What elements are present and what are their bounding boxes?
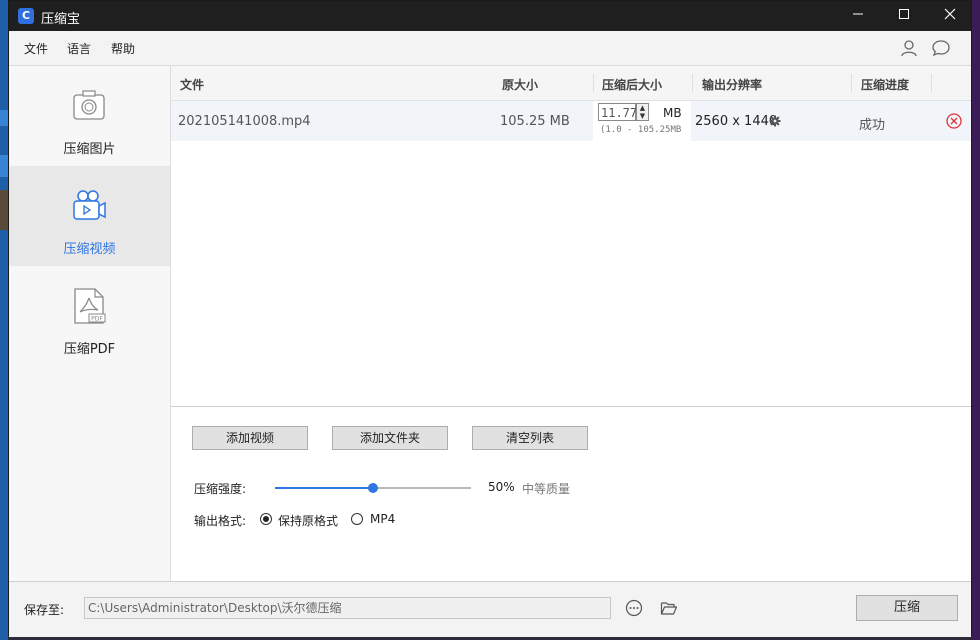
menu-file[interactable]: 文件	[24, 40, 48, 57]
desktop-background-left	[0, 0, 8, 640]
target-size-editor: 11.77 ▲ ▼ MB (1.0 - 105.25MB	[593, 101, 691, 141]
keep-format-radio[interactable]	[260, 513, 272, 525]
controls-panel: 添加视频 添加文件夹 清空列表 压缩强度: 50% 中等质量 输出格式: 保持原…	[171, 407, 971, 581]
column-header-original-size: 原大小	[502, 78, 539, 92]
compression-strength-slider[interactable]	[275, 483, 471, 493]
compression-quality-text: 中等质量	[522, 482, 571, 496]
table-header: 文件 原大小 压缩后大小 输出分辨率 压缩进度	[171, 66, 971, 101]
keep-format-label[interactable]: 保持原格式	[278, 512, 338, 529]
output-format-label: 输出格式:	[194, 514, 247, 528]
chat-icon[interactable]	[931, 38, 951, 58]
user-icon[interactable]	[899, 38, 919, 58]
svg-text:PDF: PDF	[91, 316, 103, 323]
gear-icon[interactable]	[769, 115, 781, 127]
sidebar: 压缩图片 压缩视频 PDF 压缩PDF	[9, 66, 171, 581]
progress-status: 成功	[859, 118, 886, 133]
target-size-range: (1.0 - 105.25MB	[600, 125, 682, 135]
save-to-label: 保存至:	[24, 603, 65, 617]
target-size-input[interactable]: 11.77	[598, 103, 637, 121]
open-folder-icon[interactable]	[660, 599, 678, 617]
clear-list-button[interactable]: 清空列表	[472, 426, 588, 450]
add-video-button[interactable]: 添加视频	[192, 426, 308, 450]
sidebar-item-label: 压缩PDF	[63, 342, 116, 357]
compression-strength-percent: 50%	[488, 480, 515, 494]
mp4-format-radio[interactable]	[351, 513, 363, 525]
sidebar-item-label: 压缩视频	[63, 242, 116, 257]
desktop-background-right	[972, 0, 980, 640]
stepper-down-icon[interactable]: ▼	[637, 112, 648, 120]
close-button[interactable]	[927, 1, 973, 31]
minimize-icon	[853, 13, 863, 15]
maximize-icon	[899, 9, 909, 19]
original-size: 105.25 MB	[500, 114, 570, 129]
target-size-unit: MB	[663, 106, 682, 120]
footer-bar: 保存至: C:\Users\Administrator\Desktop\沃尔德压…	[9, 581, 971, 637]
output-resolution: 2560 x 1440	[695, 114, 778, 129]
app-window: C 压缩宝 文件 语言 帮助 压缩图片 压缩视频 PDF 压缩PDF 文件 原大…	[8, 0, 972, 637]
column-header-file: 文件	[180, 78, 205, 92]
table-row[interactable]: 202105141008.mp4 105.25 MB 11.77 ▲ ▼ MB …	[171, 101, 971, 141]
sidebar-item-compress-video[interactable]: 压缩视频	[9, 166, 170, 266]
column-header-progress: 压缩进度	[861, 78, 910, 92]
title-bar: C 压缩宝	[9, 1, 971, 31]
sidebar-item-compress-pdf[interactable]: PDF 压缩PDF	[9, 266, 170, 366]
menu-bar: 文件 语言 帮助	[9, 31, 971, 66]
column-header-compressed-size: 压缩后大小	[602, 78, 663, 92]
file-name: 202105141008.mp4	[178, 114, 311, 129]
sidebar-item-compress-image[interactable]: 压缩图片	[9, 66, 170, 166]
minimize-button[interactable]	[835, 1, 881, 31]
file-table: 文件 原大小 压缩后大小 输出分辨率 压缩进度 202105141008.mp4…	[171, 66, 971, 407]
video-camera-icon	[73, 190, 106, 220]
mp4-format-label[interactable]: MP4	[370, 512, 395, 526]
slider-fill	[275, 487, 373, 489]
pdf-file-icon: PDF	[74, 288, 106, 324]
menu-help[interactable]: 帮助	[111, 40, 135, 57]
column-header-resolution: 输出分辨率	[702, 78, 763, 92]
window-title: 压缩宝	[41, 12, 81, 27]
app-logo-icon: C	[18, 8, 34, 24]
compress-button[interactable]: 压缩	[856, 595, 958, 621]
add-folder-button[interactable]: 添加文件夹	[332, 426, 448, 450]
more-options-icon[interactable]	[625, 599, 643, 617]
target-size-stepper[interactable]: ▲ ▼	[636, 103, 649, 121]
close-icon	[944, 8, 956, 20]
compression-strength-label: 压缩强度:	[194, 482, 247, 496]
maximize-button[interactable]	[881, 1, 927, 31]
sidebar-item-label: 压缩图片	[63, 142, 116, 157]
save-path-input[interactable]: C:\Users\Administrator\Desktop\沃尔德压缩	[84, 597, 611, 619]
slider-thumb[interactable]	[368, 483, 378, 493]
stepper-up-icon[interactable]: ▲	[637, 104, 648, 112]
camera-icon	[73, 90, 105, 120]
remove-row-icon[interactable]	[945, 112, 963, 130]
menu-language[interactable]: 语言	[67, 40, 91, 57]
